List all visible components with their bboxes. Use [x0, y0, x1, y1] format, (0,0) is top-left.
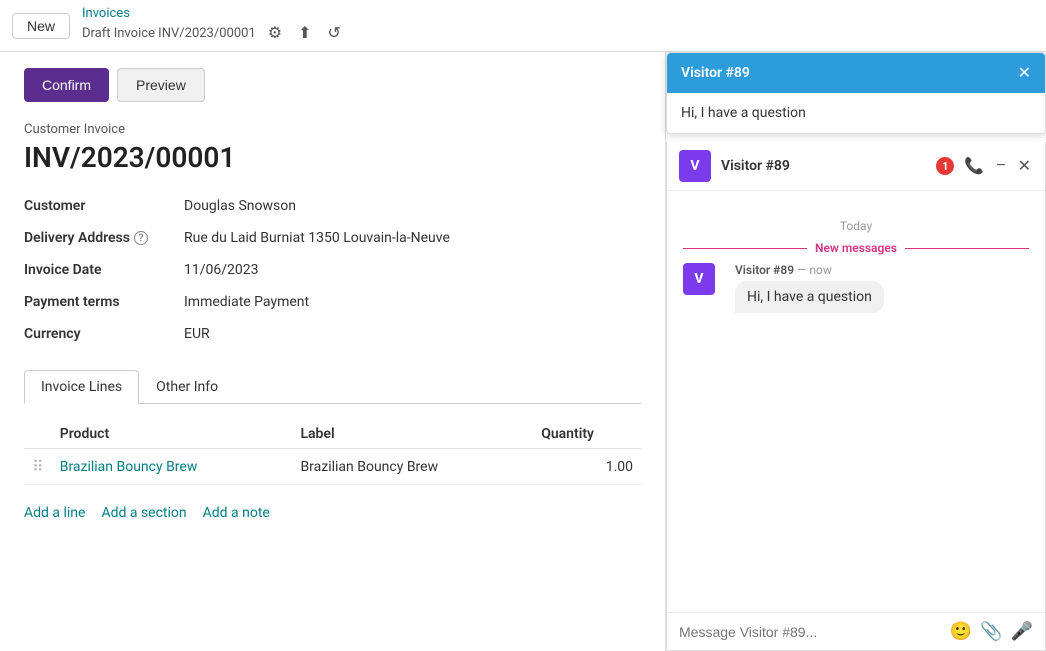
- visitor-avatar: V: [679, 150, 711, 182]
- message-row: V Visitor #89 — now Hi, I have a questio…: [683, 263, 1029, 313]
- settings-icon[interactable]: ⚙: [264, 21, 286, 45]
- label-col-header: Label: [292, 420, 533, 449]
- chat-input[interactable]: [679, 624, 942, 640]
- drag-col-header: [24, 420, 52, 449]
- invoice-type: Customer Invoice: [24, 122, 641, 137]
- drag-handle-icon: ⠿: [32, 457, 44, 476]
- emoji-icon[interactable]: 🙂: [950, 621, 972, 642]
- chat-panel: Visitor #89 ✕ Hi, I have a question V Vi…: [666, 52, 1046, 651]
- draft-invoice-label: Draft Invoice INV/2023/00001: [82, 26, 256, 41]
- main-content: Confirm Preview Customer Invoice INV/202…: [0, 52, 1046, 651]
- add-section-button[interactable]: Add a section: [101, 505, 186, 521]
- tab-invoice-lines[interactable]: Invoice Lines: [24, 370, 139, 404]
- chat-visitor-name: Visitor #89: [721, 158, 936, 174]
- message-time: now: [809, 263, 832, 277]
- notification-popup: Visitor #89 ✕ Hi, I have a question: [666, 52, 1046, 134]
- currency-value: EUR: [184, 322, 641, 346]
- label-cell: Brazilian Bouncy Brew: [292, 449, 533, 485]
- quantity-cell: 1.00: [533, 449, 641, 485]
- chat-controls: 1 📞 − ✕: [936, 154, 1033, 178]
- message-meta: Visitor #89 — now: [735, 263, 884, 277]
- new-messages-divider: New messages: [683, 241, 1029, 255]
- invoice-number: INV/2023/00001: [24, 141, 641, 174]
- mic-icon[interactable]: 🎤: [1011, 621, 1033, 642]
- notification-body: Hi, I have a question: [667, 93, 1045, 133]
- customer-value: Douglas Snowson: [184, 194, 641, 218]
- breadcrumb-area: Invoices Draft Invoice INV/2023/00001 ⚙ …: [82, 6, 345, 45]
- product-link[interactable]: Brazilian Bouncy Brew: [60, 459, 198, 475]
- chat-window: V Visitor #89 1 📞 − ✕ Today New messages: [666, 142, 1046, 651]
- chat-input-area: 🙂 📎 🎤: [667, 612, 1045, 650]
- minimize-icon[interactable]: −: [994, 155, 1007, 177]
- customer-label: Customer: [24, 194, 184, 218]
- tab-other-info[interactable]: Other Info: [139, 370, 235, 403]
- confirm-button[interactable]: Confirm: [24, 68, 109, 102]
- invoice-date-value: 11/06/2023: [184, 258, 641, 282]
- product-col-header: Product: [52, 420, 293, 449]
- table-row: ⠿ Brazilian Bouncy Brew Brazilian Bouncy…: [24, 449, 641, 485]
- currency-label: Currency: [24, 322, 184, 346]
- delivery-address-label: Delivery Address ?: [24, 226, 184, 250]
- notification-title: Visitor #89: [681, 65, 750, 81]
- delivery-help-icon[interactable]: ?: [134, 231, 148, 245]
- new-messages-line-left: [683, 248, 807, 249]
- cloud-upload-icon[interactable]: ⬆: [294, 21, 315, 45]
- payment-terms-label: Payment terms: [24, 290, 184, 314]
- invoice-panel: Confirm Preview Customer Invoice INV/202…: [0, 52, 666, 651]
- add-line-button[interactable]: Add a line: [24, 505, 85, 521]
- product-cell: Brazilian Bouncy Brew: [52, 449, 293, 485]
- delivery-address-value: Rue du Laid Burniat 1350 Louvain-la-Neuv…: [184, 226, 641, 250]
- notification-header: Visitor #89 ✕: [667, 53, 1045, 93]
- new-button[interactable]: New: [12, 13, 70, 39]
- quantity-col-header: Quantity: [533, 420, 641, 449]
- breadcrumb-link[interactable]: Invoices: [82, 6, 345, 21]
- drag-handle[interactable]: ⠿: [24, 449, 52, 485]
- add-note-button[interactable]: Add a note: [203, 505, 270, 521]
- attachment-icon[interactable]: 📎: [980, 621, 1002, 642]
- new-messages-label: New messages: [815, 241, 897, 255]
- payment-terms-value: Immediate Payment: [184, 290, 641, 314]
- notification-close-button[interactable]: ✕: [1018, 63, 1031, 83]
- message-author: Visitor #89: [735, 263, 794, 277]
- close-chat-button[interactable]: ✕: [1016, 154, 1033, 178]
- chat-date-divider: Today: [683, 219, 1029, 233]
- top-bar: New Invoices Draft Invoice INV/2023/0000…: [0, 0, 1046, 52]
- invoice-table: Product Label Quantity ⠿ Brazilian Bounc…: [24, 420, 641, 485]
- phone-icon[interactable]: 📞: [962, 154, 986, 178]
- action-bar: Confirm Preview: [24, 68, 641, 102]
- message-bubble: Hi, I have a question: [735, 281, 884, 313]
- new-messages-line-right: [905, 248, 1029, 249]
- refresh-icon[interactable]: ↺: [324, 21, 345, 45]
- message-avatar: V: [683, 263, 715, 295]
- breadcrumb-sub: Draft Invoice INV/2023/00001 ⚙ ⬆ ↺: [82, 21, 345, 45]
- invoice-date-label: Invoice Date: [24, 258, 184, 282]
- message-content: Visitor #89 — now Hi, I have a question: [735, 263, 884, 313]
- preview-button[interactable]: Preview: [117, 68, 205, 102]
- chat-title-bar: V Visitor #89 1 📞 − ✕: [667, 142, 1045, 191]
- chat-messages: Today New messages V Visitor #89 — now H…: [667, 191, 1045, 612]
- tabs-area: Invoice Lines Other Info: [24, 370, 641, 404]
- unread-badge: 1: [936, 157, 954, 175]
- table-actions: Add a line Add a section Add a note: [24, 497, 641, 529]
- invoice-fields: Customer Douglas Snowson Delivery Addres…: [24, 194, 641, 346]
